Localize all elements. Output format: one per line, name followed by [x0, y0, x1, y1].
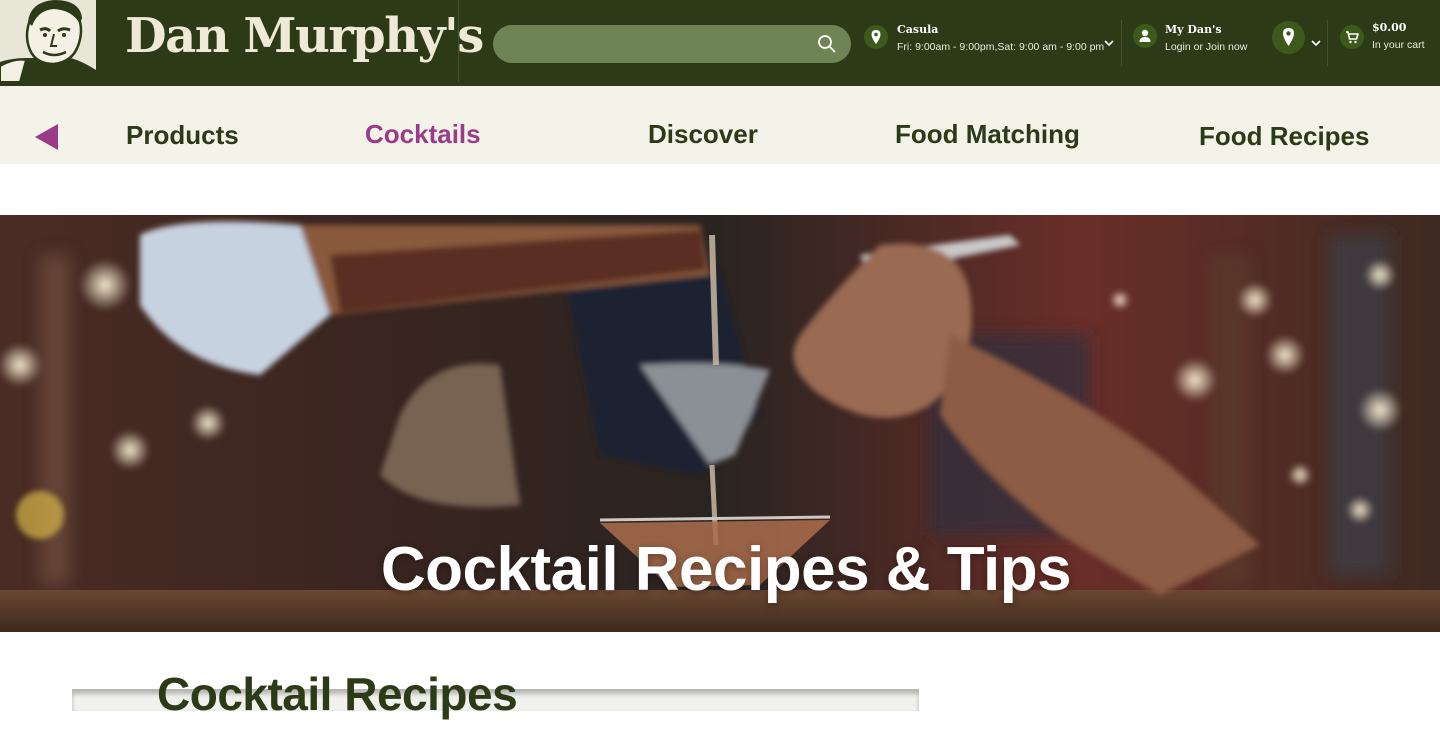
header-divider	[458, 0, 459, 82]
store-location-pin-icon[interactable]	[864, 25, 888, 49]
store-name[interactable]: Casula	[897, 23, 938, 36]
nav-item-cocktails[interactable]: Cocktails	[365, 119, 481, 150]
cart-icon[interactable]	[1340, 25, 1364, 49]
hero-title: Cocktail Recipes & Tips	[380, 535, 1072, 604]
brand-wordmark[interactable]: Dan Murphy's	[125, 8, 484, 64]
site-header: Dan Murphy's Casula Fri: 9:00am - 9:00pm…	[0, 0, 1440, 86]
user-account-icon[interactable]	[1133, 24, 1157, 48]
delivery-location-pin-icon[interactable]	[1272, 21, 1305, 54]
nav-item-discover[interactable]: Discover	[648, 119, 758, 150]
nav-item-food-recipes[interactable]: Food Recipes	[1199, 121, 1369, 152]
nav-item-products[interactable]: Products	[126, 120, 239, 151]
search-icon[interactable]	[817, 34, 837, 54]
section-title: Cocktail Recipes	[157, 668, 518, 720]
category-nav: Products Cocktails Discover Food Matchin…	[0, 86, 1440, 164]
cart-subtitle: In your cart	[1372, 39, 1425, 51]
my-dans-title[interactable]: My Dan's	[1165, 23, 1222, 36]
header-separator	[1121, 20, 1122, 66]
store-chevron-down-icon[interactable]	[1103, 35, 1115, 47]
search-bar[interactable]	[493, 25, 851, 63]
nav-item-food-matching[interactable]: Food Matching	[895, 119, 1080, 150]
header-separator	[1327, 20, 1328, 66]
hero-banner: Cocktail Recipes & Tips	[0, 215, 1440, 632]
store-hours: Fri: 9:00am - 9:00pm,Sat: 9:00 am - 9:00…	[897, 41, 1105, 53]
login-join-link[interactable]: Login or Join now	[1165, 41, 1247, 53]
cart-total[interactable]: $0.00	[1372, 21, 1406, 34]
location-chevron-down-icon[interactable]	[1310, 35, 1322, 47]
nav-previous-arrow-icon[interactable]	[34, 123, 60, 151]
dan-murphy-mascot-logo[interactable]	[0, 0, 96, 82]
